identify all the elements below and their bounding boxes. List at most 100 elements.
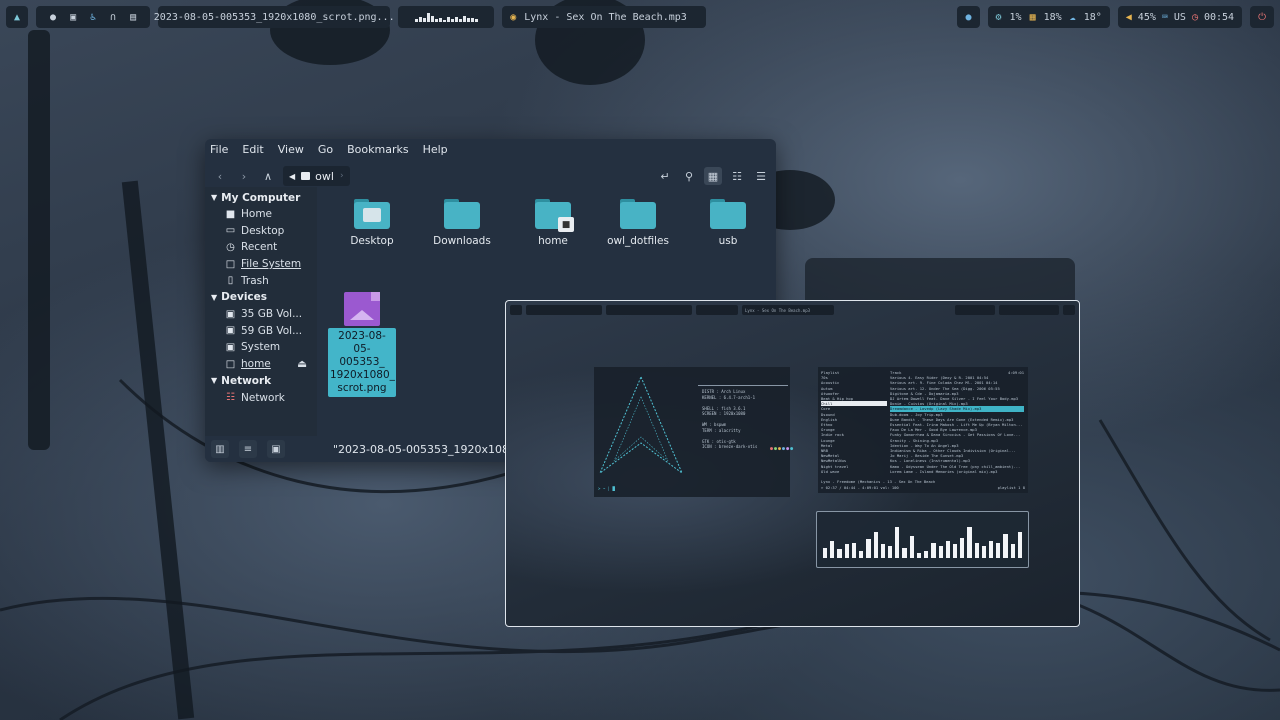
sidebar-item-recent[interactable]: ◷ Recent <box>205 239 317 256</box>
clock: 00:54 <box>1203 11 1235 23</box>
weather-temp: 18° <box>1083 11 1102 23</box>
audio-visualizer <box>398 6 495 28</box>
volume-icon[interactable]: ◀ <box>1126 12 1132 23</box>
menu-go[interactable]: Go <box>318 143 333 163</box>
sidebar-item-volume-35gb[interactable]: ▣ 35 GB Vol... <box>205 306 317 323</box>
path-segment[interactable]: owl <box>301 170 334 183</box>
clock-icon: ◷ <box>226 241 235 253</box>
track-item[interactable]: Lorem Lame - Island Memories (original m… <box>890 469 1024 474</box>
sidebar-item-home-device[interactable]: □ home ⏏ <box>205 356 317 373</box>
sidebar-item-system[interactable]: ▣ System <box>205 339 317 356</box>
memory-icon: ▦ <box>1029 11 1036 23</box>
view-tools: ↵ ⚲ ▦ ☷ ☰ <box>656 167 770 185</box>
folder-icon <box>444 199 480 229</box>
search-icon[interactable]: ⚲ <box>680 167 698 185</box>
playlist-list: 70s Acoustic Autum Atwoofer Beat & Hip h… <box>821 375 887 474</box>
launcher-button[interactable]: ▲ <box>6 6 29 28</box>
path-right-icon[interactable]: › <box>340 171 344 181</box>
toolbar: ‹ › ∧ ◀ owl › ↵ ⚲ ▦ ☷ ☰ <box>205 163 776 189</box>
chevron-down-icon: ▼ <box>211 376 218 386</box>
clock-icon: ◷ <box>1191 11 1198 23</box>
visualizer-bar <box>989 541 994 558</box>
menu-file[interactable]: File <box>210 143 228 163</box>
preview-workspaces <box>526 305 602 315</box>
sidebar-item-file-system[interactable]: □ File System <box>205 256 317 273</box>
menu-bookmarks[interactable]: Bookmarks <box>347 143 408 163</box>
keyboard-layout: US <box>1173 11 1186 23</box>
sidebar-item-network[interactable]: ☷ Network <box>205 389 317 406</box>
terminal-icon[interactable]: ▣ <box>70 12 76 23</box>
file-item-downloads[interactable]: Downloads <box>424 199 500 247</box>
file-item-usb[interactable]: usb <box>690 199 766 247</box>
menu-view[interactable]: View <box>278 143 304 163</box>
folder-icon[interactable]: ▤ <box>130 12 136 23</box>
sidebar-item-home[interactable]: ■ Home <box>205 206 317 223</box>
path-left-icon[interactable]: ◀ <box>289 172 295 181</box>
arch-icon: ▲ <box>14 11 21 23</box>
show-places-button[interactable]: ▥ <box>211 440 229 458</box>
system-stats: ⚙ 1% ▦ 18% ☁ 18° <box>987 6 1110 28</box>
compact-view-button[interactable]: ☷ <box>728 167 746 185</box>
preview-window-title <box>606 305 692 315</box>
hide-sidebar-button[interactable]: ▣ <box>267 440 285 458</box>
folder-icon <box>710 199 746 229</box>
track-column: Track 4:09:01 Various 4. Easy Rider (Dexy… <box>890 370 1024 474</box>
folder-icon <box>301 172 311 180</box>
up-button[interactable]: ∧ <box>259 167 277 185</box>
preview-launcher <box>510 305 522 315</box>
file-item-desktop[interactable]: Desktop <box>334 199 410 247</box>
location-bar[interactable]: ◀ owl › <box>283 166 350 186</box>
preview-visualizer <box>696 305 738 315</box>
menu-help[interactable]: Help <box>423 143 448 163</box>
visualizer-bar <box>938 546 943 558</box>
open-terminal-icon[interactable]: ↵ <box>656 167 674 185</box>
eject-icon[interactable]: ⏏ <box>297 358 307 370</box>
desktop-icon: ▭ <box>225 225 236 237</box>
sidebar-item-volume-59gb[interactable]: ▣ 59 GB Vol... <box>205 323 317 340</box>
music-module[interactable]: ◉ Lynx - Sex On The Beach.mp3 <box>502 6 707 28</box>
music-icon: ◉ <box>510 11 517 23</box>
power-button[interactable]: ⏻ <box>1250 6 1274 28</box>
icon-view-button[interactable]: ▦ <box>704 167 722 185</box>
playlist-item[interactable]: Old wave <box>821 469 887 474</box>
accessibility-icon[interactable]: ♿ <box>90 12 96 23</box>
visualizer-bar <box>887 546 893 558</box>
visualizer-bar <box>430 16 434 22</box>
visualizer-bar <box>981 546 987 558</box>
file-item-screenshot[interactable]: 2023-08-05- 005353_ 1920x1080_ scrot.png <box>328 292 396 397</box>
window-title-module[interactable]: 2023-08-05-005353_1920x1080_scrot.png... <box>154 6 395 28</box>
visualizer-bar <box>866 539 871 558</box>
forward-button[interactable]: › <box>235 167 253 185</box>
chevron-down-icon: ▼ <box>211 292 218 302</box>
sidebar-item-desktop[interactable]: ▭ Desktop <box>205 223 317 240</box>
headphones-icon[interactable]: ∩ <box>110 12 116 23</box>
visualizer-bar <box>945 541 950 558</box>
drive-icon: ▣ <box>225 341 236 353</box>
preview-music-player: Playlist 70s Acoustic Autum Atwoofer Bea… <box>818 367 1028 493</box>
file-item-home[interactable]: ■ home <box>515 199 591 247</box>
back-button[interactable]: ‹ <box>211 167 229 185</box>
sidebar-section-network[interactable]: ▼ Network <box>205 372 317 389</box>
preview-power <box>1063 305 1075 315</box>
player-status-line: Lynx - Freedome (Mechanics - 13 - Sex On… <box>821 478 936 484</box>
file-item-owl-dotfiles[interactable]: owl_dotfiles <box>600 199 676 247</box>
image-file-icon <box>344 292 380 326</box>
sidebar-section-my-computer[interactable]: ▼ My Computer <box>205 189 317 206</box>
track-item[interactable]: Funky Gomorrhea & Dana Sirocius - Get Pa… <box>890 432 1024 437</box>
visualizer-bar <box>859 551 864 558</box>
tray-module[interactable]: ● <box>957 6 980 28</box>
sidebar-section-devices[interactable]: ▼ Devices <box>205 289 317 306</box>
visualizer-bar <box>873 532 878 558</box>
folder-icon <box>354 199 390 229</box>
sidebar-item-trash[interactable]: ▯ Trash <box>205 272 317 289</box>
status-module: ◀ 45% ⌨ US ◷ 00:54 <box>1117 6 1243 28</box>
list-view-button[interactable]: ☰ <box>752 167 770 185</box>
player-progress: > 02:37 / 04:44 - 4:09:01 vol: 100 playl… <box>821 484 1025 490</box>
weather-icon: ☁ <box>1069 11 1076 23</box>
visualizer-bar <box>823 548 828 558</box>
globe-icon[interactable]: ● <box>50 12 56 23</box>
memory-usage: 18% <box>1043 11 1062 23</box>
menu-edit[interactable]: Edit <box>242 143 263 163</box>
show-tree-button[interactable]: ≡ <box>239 440 257 458</box>
chevron-down-icon: ▼ <box>211 193 218 202</box>
